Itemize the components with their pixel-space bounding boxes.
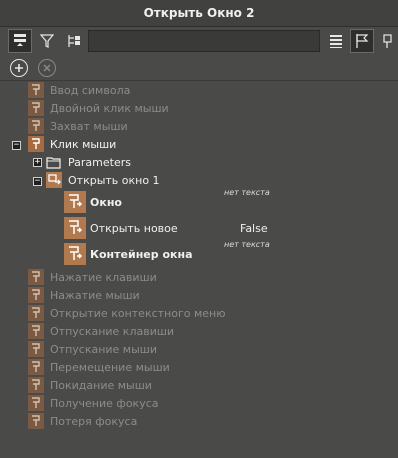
search-input[interactable] — [88, 30, 320, 52]
action-icon — [46, 172, 62, 188]
event-label: Перемещение мыши — [50, 360, 170, 374]
property-icon — [64, 243, 86, 265]
tree-item-event[interactable]: Потеря фокуса — [28, 412, 137, 430]
tree-item-event[interactable]: Двойной клик мыши — [28, 99, 169, 117]
pin-icon — [383, 34, 392, 48]
flag-icon — [356, 34, 369, 48]
list-icon — [330, 35, 342, 48]
event-icon — [28, 341, 44, 357]
property-name: Контейнер окна — [90, 248, 193, 261]
property-icon — [64, 217, 86, 239]
tree-item-event[interactable]: Захват мыши — [28, 117, 128, 135]
hierarchy-button[interactable] — [62, 29, 86, 53]
tree-item-parameters[interactable]: Parameters — [46, 153, 131, 171]
property-value[interactable]: нет текста — [224, 240, 270, 249]
event-label: Потеря фокуса — [50, 414, 138, 428]
close-icon — [43, 64, 51, 72]
property-name: Открыть новое — [90, 222, 178, 235]
event-icon — [28, 395, 44, 411]
event-icon — [28, 82, 44, 98]
property-row[interactable]: Окно нет текста — [0, 188, 398, 216]
tree-item-event[interactable]: Отпускание клавиши — [28, 322, 174, 340]
event-icon — [28, 287, 44, 303]
property-row[interactable]: Открыть новое False — [0, 216, 398, 242]
tree-item-event[interactable]: Открытие контекстного меню — [28, 304, 225, 322]
event-label: Захват мыши — [50, 119, 128, 133]
plus-icon — [15, 64, 23, 72]
property-icon — [64, 191, 86, 213]
add-button[interactable] — [10, 59, 28, 77]
event-icon — [28, 118, 44, 134]
filter-button[interactable] — [35, 29, 59, 53]
tree-item-event[interactable]: Отпускание мыши — [28, 340, 157, 358]
event-icon — [28, 136, 44, 152]
event-label: Отпускание мыши — [50, 342, 158, 356]
tree-item-event[interactable]: Нажатие клавиши — [28, 268, 157, 286]
toolbar — [0, 27, 398, 55]
event-label: Покидание мыши — [50, 378, 152, 392]
event-label: Открытие контекстного меню — [50, 306, 226, 320]
event-tree: Ввод символа Двойной клик мыши Захват мы… — [0, 80, 398, 458]
list-view-button[interactable] — [324, 29, 348, 53]
event-icon — [28, 413, 44, 429]
property-name: Окно — [90, 196, 122, 209]
property-value[interactable]: нет текста — [224, 188, 270, 197]
collapse-toggle[interactable]: − — [12, 141, 21, 150]
event-icon — [28, 269, 44, 285]
action-label: Открыть окно 1 — [68, 173, 160, 187]
show-events-button[interactable] — [8, 29, 32, 53]
pin-button[interactable] — [376, 29, 398, 53]
event-label: Клик мыши — [50, 137, 117, 151]
window-title-bar: Открыть Окно 2 — [0, 0, 398, 27]
event-icon — [28, 305, 44, 321]
events-filter-icon — [14, 34, 26, 46]
property-value[interactable]: False — [240, 222, 268, 235]
parameters-label: Parameters — [68, 155, 131, 169]
flag-button[interactable] — [350, 29, 374, 53]
event-icon — [28, 323, 44, 339]
tree-item-active-event[interactable]: Клик мыши — [28, 135, 116, 153]
tree-item-event[interactable]: Нажатие мыши — [28, 286, 140, 304]
expand-toggle[interactable]: + — [33, 158, 42, 167]
event-label: Двойной клик мыши — [50, 101, 169, 115]
remove-button[interactable] — [38, 59, 56, 77]
event-label: Отпускание клавиши — [50, 324, 175, 338]
event-label: Нажатие клавиши — [50, 270, 157, 284]
window-title: Открыть Окно 2 — [143, 6, 255, 20]
event-label: Получение фокуса — [50, 396, 159, 410]
property-row[interactable]: Контейнер окна нет текста — [0, 240, 398, 268]
tree-item-event[interactable]: Получение фокуса — [28, 394, 159, 412]
folder-icon — [46, 154, 62, 170]
tree-item-event[interactable]: Перемещение мыши — [28, 358, 170, 376]
tree-item-action[interactable]: Открыть окно 1 — [46, 171, 160, 189]
tree-item-event[interactable]: Покидание мыши — [28, 376, 152, 394]
event-icon — [28, 377, 44, 393]
event-icon — [28, 359, 44, 375]
event-label: Ввод символа — [50, 83, 131, 97]
collapse-toggle[interactable]: − — [33, 177, 42, 186]
event-label: Нажатие мыши — [50, 288, 140, 302]
event-icon — [28, 100, 44, 116]
hierarchy-icon — [68, 35, 80, 47]
tree-item-event[interactable]: Ввод символа — [28, 81, 130, 99]
action-toolbar — [0, 56, 398, 81]
funnel-icon — [39, 34, 55, 48]
